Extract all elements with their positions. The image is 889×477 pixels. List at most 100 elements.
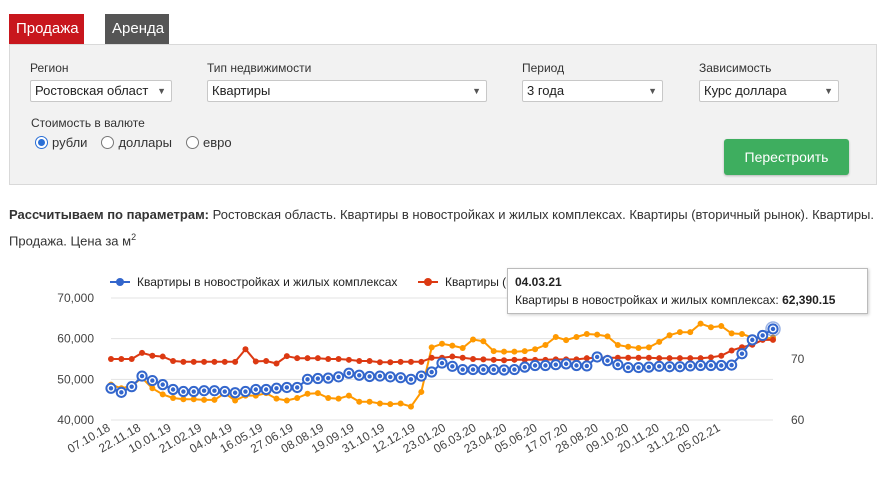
tooltip-date: 04.03.21	[515, 275, 562, 289]
dependency-select[interactable]: Курс доллара ▼	[699, 80, 839, 102]
chevron-down-icon: ▼	[824, 86, 833, 96]
data-point	[304, 390, 311, 397]
data-point-core	[377, 373, 383, 379]
legend-swatch-dot	[116, 278, 124, 286]
data-point-core	[294, 385, 300, 390]
region-field: Регион Ростовская област ▼	[30, 60, 172, 102]
data-point-core	[367, 374, 372, 379]
data-point-core	[522, 364, 527, 370]
rebuild-button[interactable]: Перестроить	[724, 139, 849, 175]
data-point-core	[543, 363, 548, 368]
data-point	[232, 397, 239, 404]
data-point-core	[429, 369, 434, 375]
chart-tooltip: 04.03.21 Квартиры в новостройках и жилых…	[507, 268, 868, 314]
data-point-core	[750, 337, 755, 343]
dependency-value: Курс доллара	[704, 83, 787, 98]
data-point	[356, 398, 363, 405]
region-label: Регион	[30, 61, 69, 75]
data-point-core	[305, 377, 310, 382]
tooltip-series: Квартиры в новостройках и жилых комплекс…	[515, 293, 779, 307]
legend-swatch-dot	[424, 278, 432, 286]
dependency-field: Зависимость Курс доллара ▼	[699, 60, 839, 102]
data-point-core	[181, 389, 186, 394]
data-point	[625, 343, 632, 350]
data-point-core	[450, 364, 455, 369]
currency-option-usd[interactable]: доллары	[101, 135, 172, 150]
data-point-core	[253, 387, 259, 392]
data-point	[407, 403, 414, 410]
data-point	[449, 342, 456, 349]
data-point-core	[201, 388, 207, 393]
data-point	[273, 360, 280, 367]
data-point	[532, 346, 539, 353]
data-point	[697, 320, 704, 327]
data-point	[314, 390, 321, 397]
data-point	[738, 330, 745, 337]
tab-sale[interactable]: Продажа	[9, 14, 84, 44]
data-point	[707, 354, 714, 361]
data-point	[180, 358, 187, 365]
data-point-core	[553, 362, 558, 367]
data-point-core	[677, 364, 683, 369]
currency-option-label: рубли	[52, 135, 88, 150]
data-point-core	[243, 389, 248, 394]
data-point	[573, 334, 580, 341]
data-point	[687, 329, 694, 336]
data-point	[501, 357, 508, 364]
data-point-core	[625, 365, 631, 370]
data-point	[470, 356, 477, 362]
data-point	[397, 400, 404, 407]
data-point	[687, 355, 694, 362]
data-point	[345, 356, 352, 363]
data-point	[118, 356, 125, 362]
region-value: Ростовская област	[35, 83, 149, 98]
data-point-core	[212, 388, 217, 393]
data-point	[345, 392, 352, 399]
data-point	[366, 398, 373, 405]
data-point	[459, 345, 466, 352]
params-sup: 2	[131, 232, 137, 242]
radio-checked-icon	[35, 136, 48, 149]
data-point	[149, 352, 156, 359]
property-type-select[interactable]: Квартиры ▼	[207, 80, 487, 102]
radio-unchecked-icon	[101, 136, 115, 149]
data-point	[180, 396, 187, 403]
data-point	[335, 356, 342, 362]
data-point	[439, 340, 445, 347]
data-point	[501, 348, 508, 355]
data-point	[459, 354, 466, 361]
data-point	[294, 355, 301, 362]
data-point-core	[481, 367, 486, 372]
period-select[interactable]: 3 года ▼	[522, 80, 663, 102]
data-point-core	[336, 374, 341, 380]
data-point	[376, 359, 383, 366]
data-point	[294, 395, 301, 402]
data-point-core	[512, 367, 517, 372]
data-point-core	[770, 326, 776, 332]
data-point	[583, 330, 590, 337]
data-point	[635, 354, 642, 361]
data-point	[490, 356, 497, 363]
params-prefix: Рассчитываем по параметрам:	[9, 207, 210, 222]
currency-option-rub[interactable]: рубли	[35, 135, 87, 150]
data-point-core	[574, 363, 579, 368]
data-point-core	[460, 367, 465, 372]
data-point	[201, 396, 208, 403]
dependency-label: Зависимость	[699, 61, 772, 75]
tab-rent[interactable]: Аренда	[105, 14, 169, 44]
data-point-core	[615, 362, 621, 367]
data-point	[604, 333, 611, 340]
data-point	[283, 353, 290, 360]
left-axis-tick-label: 50,000	[57, 372, 94, 386]
data-point-core	[760, 333, 765, 338]
data-point	[635, 345, 642, 352]
deal-type-tabs: Продажа Аренда	[9, 14, 169, 44]
data-point	[645, 354, 652, 361]
chevron-down-icon: ▼	[648, 86, 657, 96]
data-point	[728, 347, 735, 354]
currency-option-eur[interactable]: евро	[185, 135, 232, 150]
data-point	[614, 341, 621, 348]
region-select[interactable]: Ростовская област ▼	[30, 80, 172, 102]
data-point-core	[584, 363, 590, 369]
data-point	[170, 395, 177, 402]
